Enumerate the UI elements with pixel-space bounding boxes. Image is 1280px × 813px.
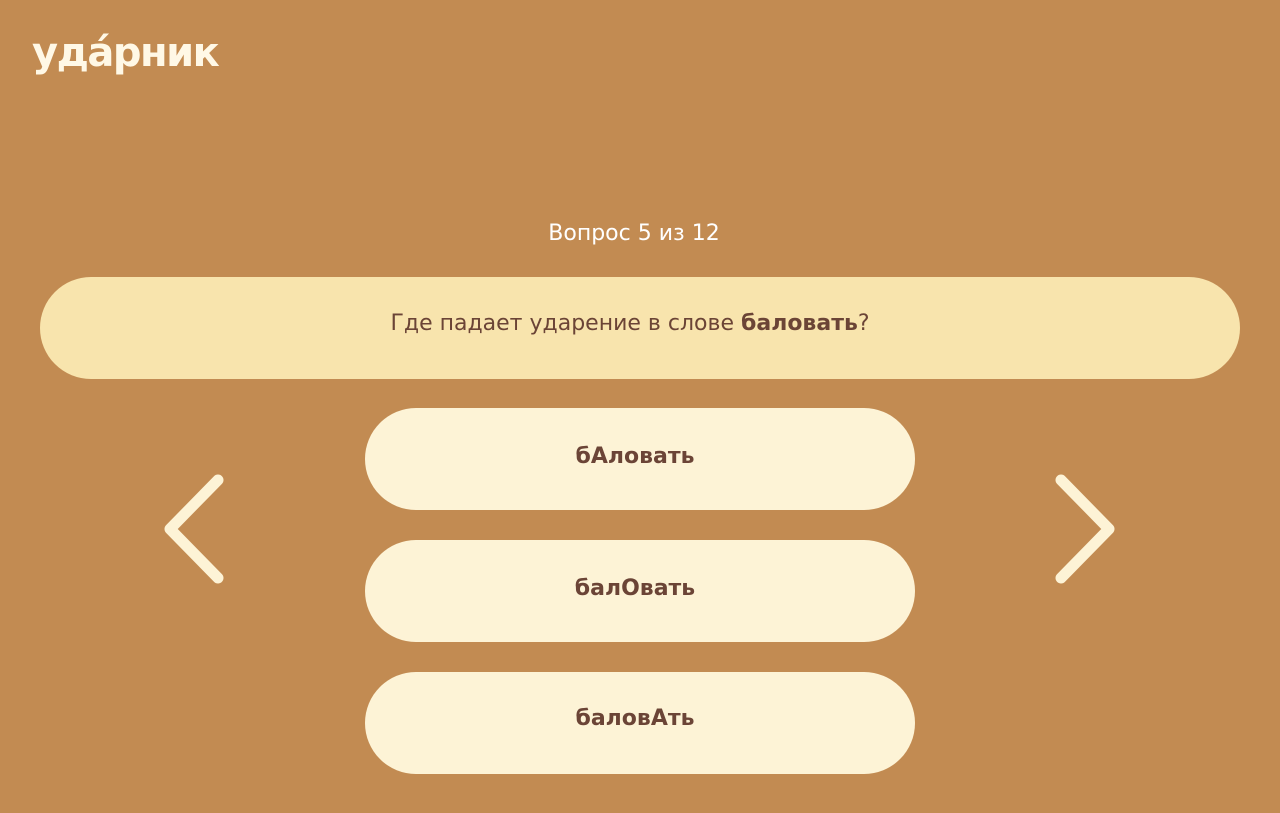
next-question-button[interactable] xyxy=(1053,472,1119,586)
answer-label: баловАть xyxy=(575,705,695,731)
chevron-right-icon xyxy=(1055,474,1115,584)
prev-question-button[interactable] xyxy=(160,472,226,586)
question-counter: Вопрос 5 из 12 xyxy=(548,221,720,246)
chevron-left-icon xyxy=(164,474,224,584)
question-prefix: Где падает ударение в слове xyxy=(390,310,741,336)
answer-option-3[interactable]: баловАть xyxy=(365,672,915,774)
answer-label: бАловать xyxy=(575,443,695,469)
answer-option-1[interactable]: бАловать xyxy=(365,408,915,510)
question-word: баловать xyxy=(741,310,858,336)
answer-label: балОвать xyxy=(574,575,696,601)
answer-option-2[interactable]: балОвать xyxy=(365,540,915,642)
question-card: Где падает ударение в слове баловать? xyxy=(40,277,1240,379)
logo: уда́рник xyxy=(32,30,220,76)
question-text: Где падает ударение в слове баловать? xyxy=(390,311,869,336)
question-suffix: ? xyxy=(857,310,870,336)
